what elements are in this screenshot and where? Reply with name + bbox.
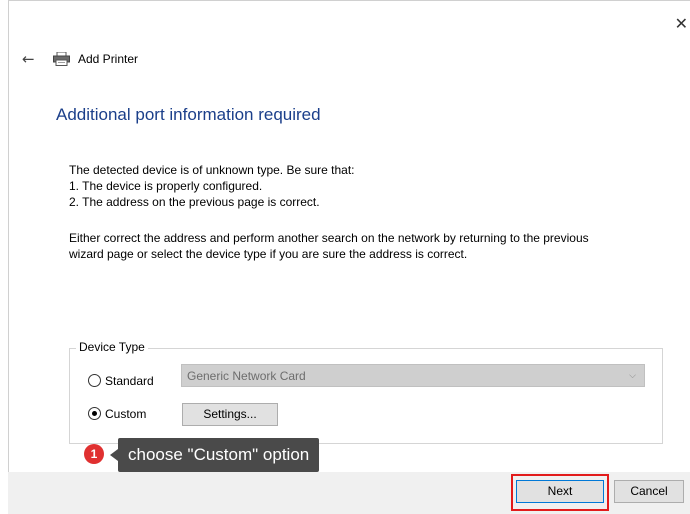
body-text-line: Either correct the address and perform a… <box>69 231 589 245</box>
back-arrow-icon[interactable]: ← <box>22 50 35 68</box>
standard-device-value: Generic Network Card <box>187 369 306 383</box>
body-text-line: wizard page or select the device type if… <box>69 247 468 261</box>
custom-radio-label[interactable]: Custom <box>105 407 146 421</box>
custom-radio[interactable] <box>88 407 101 420</box>
cancel-button[interactable]: Cancel <box>614 480 684 503</box>
annotation-badge: 1 <box>84 444 104 464</box>
page-heading: Additional port information required <box>56 105 321 124</box>
body-text-line: The detected device is of unknown type. … <box>69 163 355 177</box>
body-text-line: 2. The address on the previous page is c… <box>69 195 320 209</box>
settings-button[interactable]: Settings... <box>182 403 278 426</box>
body-text-line: 1. The device is properly configured. <box>69 179 263 193</box>
annotation-tooltip: choose "Custom" option <box>118 438 320 472</box>
radio-selected-dot <box>92 411 97 416</box>
window-title: Add Printer <box>78 52 139 66</box>
tooltip-arrow <box>110 449 118 461</box>
device-type-label: Device Type <box>76 340 148 354</box>
chevron-down-icon: ⌵ <box>629 370 636 380</box>
next-button[interactable]: Next <box>516 480 604 503</box>
printer-icon <box>53 52 70 66</box>
standard-radio-label[interactable]: Standard <box>105 374 154 388</box>
close-icon[interactable]: ✕ <box>675 14 688 33</box>
standard-radio[interactable] <box>88 374 101 387</box>
standard-device-select: Generic Network Card ⌵ <box>181 364 645 387</box>
device-type-group <box>69 348 663 444</box>
